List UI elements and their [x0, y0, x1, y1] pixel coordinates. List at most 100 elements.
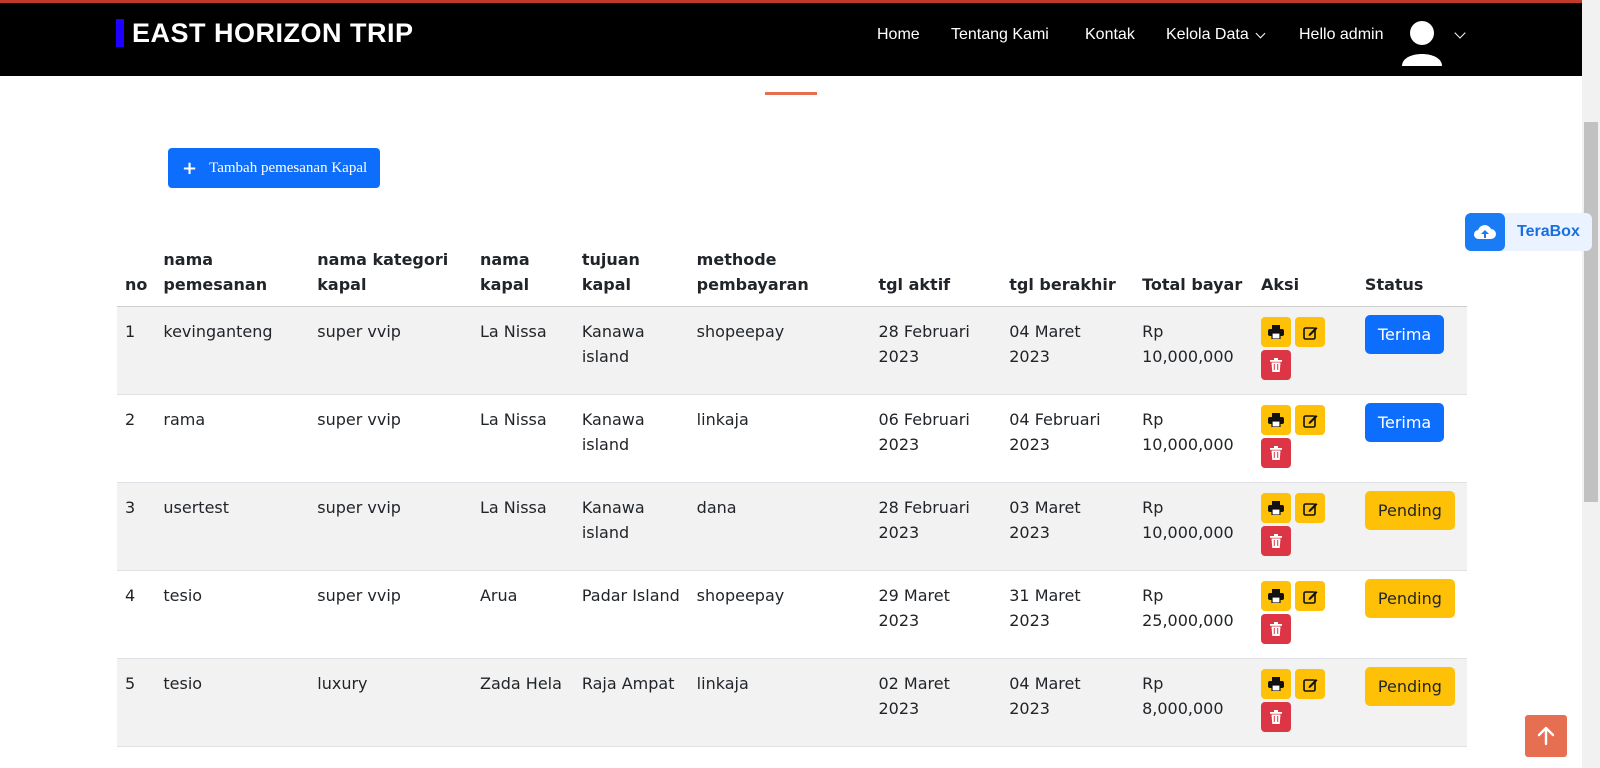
- cell-start: 02 Maret 2023: [870, 658, 1002, 747]
- scroll-to-top-button[interactable]: [1525, 715, 1567, 757]
- cell-category: super vvip: [309, 570, 472, 659]
- cell-status: Pending: [1356, 658, 1467, 747]
- cell-ship: La Nissa: [471, 394, 574, 483]
- cell-customer: tesio: [155, 658, 310, 747]
- nav-home[interactable]: Home: [877, 24, 920, 46]
- trash-icon: [1270, 534, 1283, 548]
- cell-actions: [1253, 482, 1357, 571]
- print-button[interactable]: [1261, 581, 1292, 611]
- nav-about[interactable]: Tentang Kami: [951, 24, 1049, 46]
- cell-category: super vvip: [309, 482, 472, 571]
- table-row: 5 tesio luxury Zada Hela Raja Ampat linkaja 02…: [117, 658, 1467, 747]
- header-total: Total bayar: [1134, 241, 1254, 307]
- cell-start: 28 Februari 2023: [870, 482, 1002, 571]
- add-booking-button[interactable]: + Tambah pemesanan Kapal: [168, 148, 380, 188]
- edit-button[interactable]: [1295, 493, 1326, 523]
- cell-no: 5: [117, 658, 156, 747]
- delete-button[interactable]: [1261, 350, 1292, 380]
- cell-no: 2: [117, 394, 156, 483]
- status-button[interactable]: Pending: [1364, 579, 1455, 618]
- cell-no: 1: [117, 306, 156, 395]
- cell-status: Pending: [1356, 482, 1467, 571]
- cell-start: 28 Februari 2023: [870, 306, 1002, 395]
- table-row: 4 tesio super vvip Arua Padar Island shopeepa…: [117, 570, 1467, 659]
- cell-customer: tesio: [155, 570, 310, 659]
- edit-icon: [1302, 501, 1318, 516]
- header-payment: methode pembayaran: [688, 241, 871, 307]
- print-button[interactable]: [1261, 405, 1292, 435]
- delete-button[interactable]: [1261, 438, 1292, 468]
- cell-category: super vvip: [309, 306, 472, 395]
- cell-destination: Kanawa island: [573, 306, 689, 395]
- add-booking-label: Tambah pemesanan Kapal: [209, 159, 368, 176]
- cell-no: 4: [117, 570, 156, 659]
- cell-total: Rp 10,000,000: [1134, 482, 1254, 571]
- edit-button[interactable]: [1295, 581, 1326, 611]
- print-button[interactable]: [1261, 317, 1292, 347]
- nav-manage-data[interactable]: Kelola Data: [1166, 24, 1266, 46]
- header-start-date: tgl aktif: [870, 241, 1002, 307]
- cell-customer: usertest: [155, 482, 310, 571]
- cell-customer: rama: [155, 394, 310, 483]
- arrow-up-icon: [1537, 726, 1555, 746]
- cell-destination: Kanawa island: [573, 482, 689, 571]
- status-button[interactable]: Terima: [1364, 315, 1445, 354]
- cell-payment: dana: [688, 482, 871, 571]
- print-button[interactable]: [1261, 493, 1292, 523]
- delete-button[interactable]: [1261, 526, 1292, 556]
- status-button[interactable]: Pending: [1364, 491, 1455, 530]
- cell-payment: shopeepay: [688, 570, 871, 659]
- terabox-label: TeraBox: [1517, 223, 1580, 240]
- edit-button[interactable]: [1295, 669, 1326, 699]
- delete-button[interactable]: [1261, 702, 1292, 732]
- nav-manage-label: Kelola Data: [1166, 26, 1249, 43]
- header-destination: tujuan kapal: [573, 241, 689, 307]
- cell-payment: linkaja: [688, 658, 871, 747]
- cell-category: super vvip: [309, 394, 472, 483]
- edit-button[interactable]: [1295, 317, 1326, 347]
- brand-logo[interactable]: EAST HORIZON TRIP: [116, 17, 414, 49]
- plus-icon: +: [182, 157, 198, 179]
- cell-end: 04 Februari 2023: [1001, 394, 1135, 483]
- delete-button[interactable]: [1261, 614, 1292, 644]
- cell-end: 31 Maret 2023: [1001, 570, 1135, 659]
- brand-accent-bar: [116, 19, 124, 47]
- cell-total: Rp 10,000,000: [1134, 306, 1254, 395]
- cell-end: 04 Maret 2023: [1001, 306, 1135, 395]
- cell-no: 3: [117, 482, 156, 571]
- print-icon: [1268, 589, 1285, 603]
- trash-icon: [1270, 710, 1283, 724]
- cell-customer: kevinganteng: [155, 306, 310, 395]
- header-customer: nama pemesanan: [155, 241, 310, 307]
- edit-icon: [1302, 413, 1318, 428]
- nav-user-greeting[interactable]: Hello admin: [1299, 24, 1383, 46]
- scrollbar-thumb[interactable]: [1584, 122, 1598, 502]
- cell-ship: Arua: [471, 570, 574, 659]
- status-button[interactable]: Terima: [1364, 403, 1445, 442]
- header-status: Status: [1356, 241, 1467, 307]
- cell-destination: Padar Island: [573, 570, 689, 659]
- table-row: 2 rama super vvip La Nissa Kanawa island link…: [117, 394, 1467, 483]
- print-button[interactable]: [1261, 669, 1292, 699]
- header-end-date: tgl berakhir: [1001, 241, 1135, 307]
- status-button[interactable]: Pending: [1364, 667, 1455, 706]
- cell-total: Rp 10,000,000: [1134, 394, 1254, 483]
- chevron-down-icon: [1255, 28, 1266, 38]
- cell-actions: [1253, 658, 1357, 747]
- terabox-widget[interactable]: TeraBox: [1465, 213, 1592, 251]
- section-divider: [765, 92, 817, 95]
- print-icon: [1268, 325, 1285, 339]
- cell-ship: La Nissa: [471, 306, 574, 395]
- edit-button[interactable]: [1295, 405, 1326, 435]
- cell-payment: shopeepay: [688, 306, 871, 395]
- cell-start: 06 Februari 2023: [870, 394, 1002, 483]
- user-menu-chevron-icon[interactable]: [1454, 27, 1466, 39]
- cell-status: Pending: [1356, 570, 1467, 659]
- header-ship: nama kapal: [471, 241, 574, 307]
- trash-icon: [1270, 622, 1283, 636]
- cell-ship: La Nissa: [471, 482, 574, 571]
- edit-icon: [1302, 677, 1318, 692]
- trash-icon: [1270, 446, 1283, 460]
- user-icon[interactable]: [1401, 20, 1443, 68]
- nav-contact[interactable]: Kontak: [1085, 24, 1135, 46]
